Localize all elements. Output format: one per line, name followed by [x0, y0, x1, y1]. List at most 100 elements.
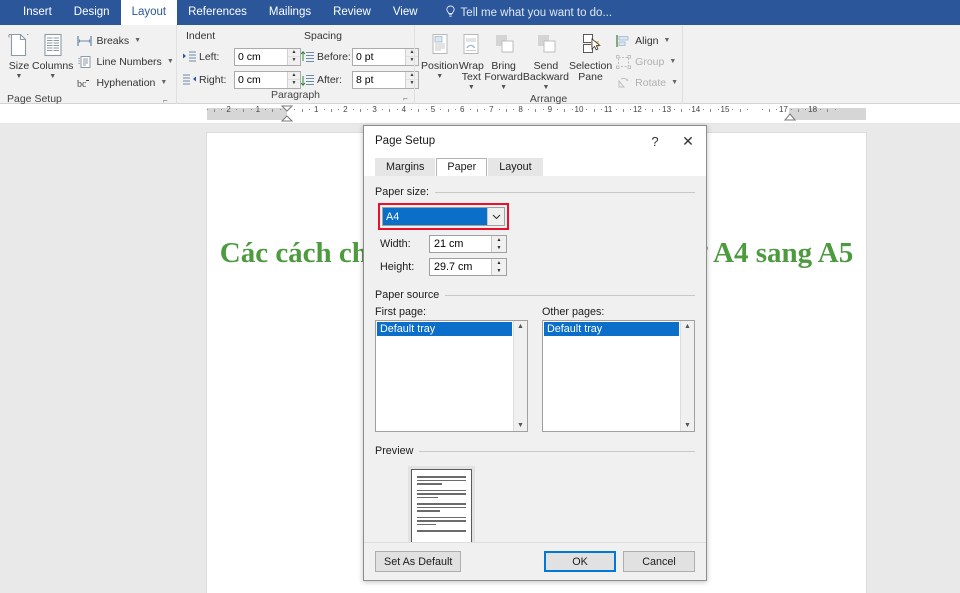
tab-references[interactable]: References	[177, 0, 258, 25]
ruler-dot	[674, 109, 675, 110]
spin-up-icon[interactable]: ▲	[288, 49, 300, 58]
ruler-dot	[294, 109, 295, 110]
paper-height-spin-buttons[interactable]: ▲▼	[491, 259, 506, 275]
paper-source-section-header: Paper source	[375, 289, 695, 301]
dialog-tab-margins[interactable]: Margins	[375, 158, 435, 176]
paper-width-stepper[interactable]: ▲▼	[429, 235, 507, 253]
group-button[interactable]: Group ▼	[612, 51, 682, 72]
list-item[interactable]: Default tray	[377, 322, 512, 336]
spin-down-icon[interactable]: ▼	[492, 267, 506, 275]
position-button[interactable]: Position ▼	[421, 28, 458, 80]
preview-line	[417, 524, 436, 526]
spacing-after-input[interactable]	[353, 72, 405, 88]
page-setup-dialog-launcher-icon[interactable]: ⌐	[163, 96, 172, 105]
spacing-after-stepper[interactable]: ▲▼	[352, 71, 419, 89]
close-icon[interactable]: ✕	[670, 126, 706, 156]
columns-button[interactable]: Columns ▼	[32, 28, 73, 80]
dialog-tab-layout[interactable]: Layout	[488, 158, 542, 176]
other-pages-listbox[interactable]: Default tray ▲ ▼	[542, 320, 695, 432]
indent-right-stepper[interactable]: ▲▼	[234, 71, 301, 89]
right-indent-marker[interactable]	[784, 113, 796, 123]
selection-pane-button[interactable]: Selection Pane	[569, 28, 612, 83]
align-label: Align	[635, 35, 658, 47]
preview-thumbnail	[408, 466, 475, 553]
ruler-dot	[484, 109, 485, 110]
section-divider	[435, 192, 695, 193]
spin-down-icon[interactable]: ▼	[492, 244, 506, 252]
tab-insert[interactable]: Insert	[12, 0, 63, 25]
ok-button[interactable]: OK	[544, 551, 616, 572]
indent-left-spin-buttons[interactable]: ▲▼	[287, 49, 300, 65]
wrap-text-button[interactable]: Wrap Text ▼	[458, 28, 484, 91]
spacing-before-stepper[interactable]: ▲▼	[352, 48, 419, 66]
chevron-down-icon[interactable]: ▼	[517, 422, 524, 429]
paragraph-dialog-launcher-icon[interactable]: ⌐	[401, 94, 410, 103]
help-button[interactable]: ?	[640, 126, 670, 156]
paper-width-spin-buttons[interactable]: ▲▼	[491, 236, 506, 252]
spin-up-icon[interactable]: ▲	[492, 236, 506, 244]
spin-up-icon[interactable]: ▲	[492, 259, 506, 267]
preview-line	[417, 520, 466, 522]
tab-mailings[interactable]: Mailings	[258, 0, 322, 25]
ruler-dot	[382, 109, 383, 110]
set-as-default-button[interactable]: Set As Default	[375, 551, 461, 572]
tab-design[interactable]: Design	[63, 0, 121, 25]
indent-right-input[interactable]	[235, 72, 287, 88]
spin-up-icon[interactable]: ▲	[288, 72, 300, 81]
breaks-button[interactable]: Breaks ▼	[73, 30, 177, 51]
send-backward-button[interactable]: Send Backward ▼	[523, 28, 569, 91]
first-line-indent-marker[interactable]	[281, 105, 293, 123]
chevron-down-icon: ▼	[49, 73, 56, 80]
paper-width-input[interactable]	[430, 236, 491, 252]
first-page-scrollbar[interactable]: ▲ ▼	[513, 321, 527, 431]
paper-width-label: Width:	[380, 238, 423, 250]
page-size-icon	[6, 32, 32, 59]
arrange-group-label: Arrange	[530, 93, 567, 105]
section-divider	[445, 295, 695, 296]
bring-forward-button[interactable]: Bring Forward ▼	[484, 28, 523, 91]
ruler-tick	[418, 109, 419, 112]
spin-down-icon[interactable]: ▼	[288, 80, 300, 88]
indent-right-spin-buttons[interactable]: ▲▼	[287, 72, 300, 88]
paper-size-combobox[interactable]: A4	[382, 207, 505, 226]
spin-down-icon[interactable]: ▼	[288, 57, 300, 65]
chevron-down-icon[interactable]: ▼	[684, 422, 691, 429]
ruler-tick	[740, 109, 741, 112]
indent-left-input[interactable]	[235, 49, 287, 65]
page-setup-dialog[interactable]: Page Setup ? ✕ Margins Paper Layout Pape…	[363, 125, 707, 581]
tab-view[interactable]: View	[382, 0, 429, 25]
ruler-tick	[535, 109, 536, 112]
paper-height-input[interactable]	[430, 259, 491, 275]
hyphenation-button[interactable]: bc Hyphenation ▼	[73, 72, 177, 93]
dialog-title: Page Setup	[375, 135, 435, 147]
other-pages-scrollbar[interactable]: ▲ ▼	[680, 321, 694, 431]
align-button[interactable]: Align ▼	[612, 30, 682, 51]
cancel-button[interactable]: Cancel	[623, 551, 695, 572]
first-page-listbox[interactable]: Default tray ▲ ▼	[375, 320, 528, 432]
chevron-up-icon[interactable]: ▲	[684, 323, 691, 330]
chevron-down-icon: ▼	[500, 84, 507, 91]
chevron-down-icon: ▼	[671, 79, 678, 86]
selection-pane-label: Selection Pane	[569, 61, 612, 83]
size-button[interactable]: Size ▼	[6, 28, 32, 80]
ruler-dot	[499, 109, 500, 110]
ruler-tick	[272, 109, 273, 112]
paper-size-label: Paper size:	[375, 186, 429, 198]
chevron-down-icon[interactable]	[487, 208, 504, 225]
ruler-dot	[338, 109, 339, 110]
horizontal-ruler[interactable]: 211234567891011121314151718	[0, 104, 960, 124]
chevron-up-icon[interactable]: ▲	[517, 323, 524, 330]
ruler-dot	[207, 109, 208, 110]
list-item[interactable]: Default tray	[544, 322, 679, 336]
line-numbers-button[interactable]: Line Numbers ▼	[73, 51, 177, 72]
spacing-before-input[interactable]	[353, 49, 405, 65]
selection-pane-icon	[578, 32, 604, 59]
rotate-button[interactable]: Rotate ▼	[612, 72, 682, 93]
tab-layout[interactable]: Layout	[121, 0, 178, 25]
indent-left-stepper[interactable]: ▲▼	[234, 48, 301, 66]
tell-me-box[interactable]: Tell me what you want to do...	[445, 0, 613, 25]
tab-review[interactable]: Review	[322, 0, 382, 25]
dialog-title-bar[interactable]: Page Setup ? ✕	[364, 126, 706, 156]
dialog-tab-paper[interactable]: Paper	[436, 158, 487, 176]
paper-height-stepper[interactable]: ▲▼	[429, 258, 507, 276]
